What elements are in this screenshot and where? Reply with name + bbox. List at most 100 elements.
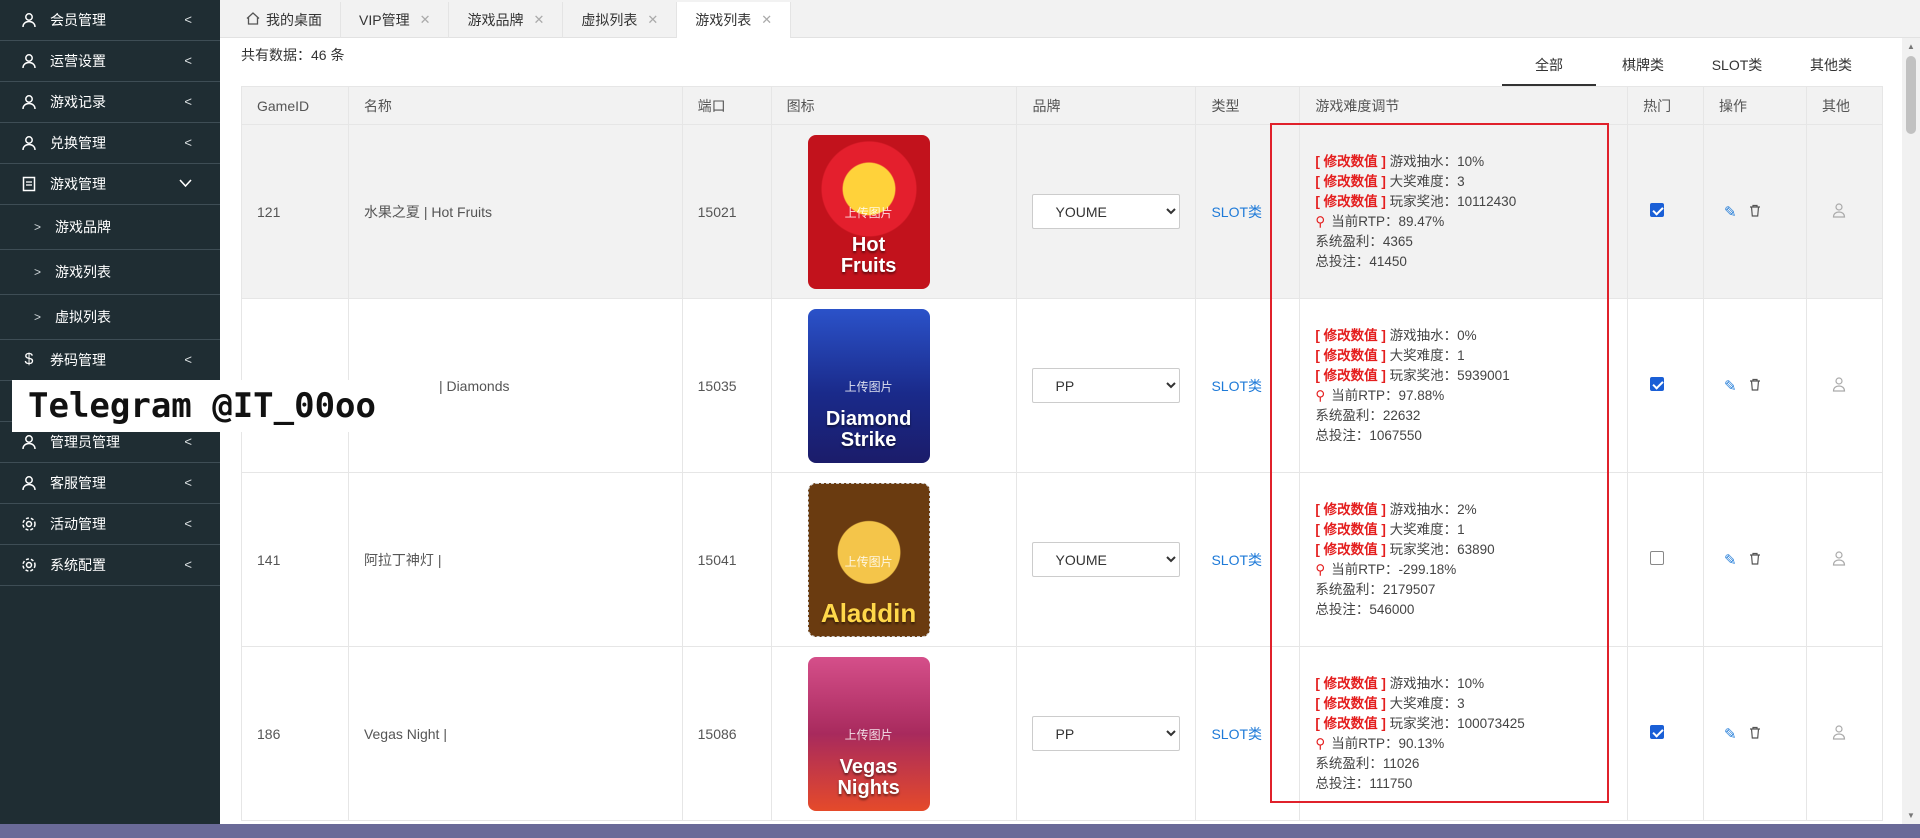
search-icon[interactable]: ⚲ [1315,388,1325,403]
cell-brand: YOUME [1016,472,1197,647]
cell-port: 15021 [681,124,772,299]
edit-value-link[interactable]: [ 修改数值 ] [1315,522,1386,537]
game-thumbnail[interactable]: 上传图片 Aladdin [807,482,930,637]
search-icon[interactable]: ⚲ [1315,736,1325,751]
sidebar-item-customer-service[interactable]: 客服管理 < [0,463,220,504]
tab-game-brands[interactable]: 游戏品牌 ✕ [449,2,564,38]
trash-icon[interactable] [1749,204,1761,220]
user-icon [20,474,38,492]
sidebar-item-game-records[interactable]: 游戏记录 < [0,82,220,123]
thumbnail-title: Vegas [839,755,898,778]
cell-port: 15041 [681,472,772,647]
tab-game-list[interactable]: 游戏列表 ✕ [677,2,792,38]
edit-value-link[interactable]: [ 修改数值 ] [1315,696,1386,711]
total-bet-value: 总投注：1067550 [1315,427,1422,443]
table-row: 121 水果之夏 | Hot Fruits 15021 上传图片 Hot Fru… [241,124,1884,299]
filter-other[interactable]: 其他类 [1784,52,1878,86]
sidebar-item-game-management[interactable]: 游戏管理 [0,164,220,205]
table-row: 141 阿拉丁神灯 | 15041 上传图片 Aladdin YOUME SLO… [241,472,1884,647]
search-icon[interactable]: ⚲ [1315,562,1325,577]
filter-all[interactable]: 全部 [1502,52,1596,86]
edit-icon[interactable]: ✎ [1724,726,1737,743]
brand-select[interactable]: PP [1032,368,1181,403]
cell-other [1805,124,1884,299]
cell-name: 阿拉丁神灯 | [347,472,683,647]
sidebar-item-label: 运营设置 [50,53,106,69]
type-link[interactable]: SLOT类 [1211,378,1262,394]
edit-value-link[interactable]: [ 修改数值 ] [1315,502,1386,517]
cell-brand: PP [1016,646,1197,821]
tab-desktop[interactable]: 我的桌面 [228,2,341,38]
scroll-down-icon[interactable]: ▼ [1907,811,1915,820]
edit-value-link[interactable]: [ 修改数值 ] [1315,716,1386,731]
header-other: 其他 [1805,86,1884,125]
type-link[interactable]: SLOT类 [1211,552,1262,568]
sidebar-item-label: 管理员管理 [50,434,120,450]
edit-value-link[interactable]: [ 修改数值 ] [1315,174,1386,189]
edit-icon[interactable]: ✎ [1724,378,1737,395]
scroll-up-icon[interactable]: ▲ [1907,42,1915,51]
edit-icon[interactable]: ✎ [1724,552,1737,569]
trash-icon[interactable] [1749,726,1761,742]
category-filters: 全部 棋牌类 SLOT类 其他类 [1502,52,1878,86]
type-link[interactable]: SLOT类 [1211,726,1262,742]
sidebar-item-members[interactable]: 会员管理 < [0,0,220,41]
close-icon[interactable]: ✕ [647,12,658,28]
player-pool-value: 玩家奖池：10112430 [1389,193,1517,209]
sidebar-item-activities[interactable]: 活动管理 < [0,504,220,545]
hot-checkbox[interactable] [1650,203,1665,217]
edit-value-link[interactable]: [ 修改数值 ] [1315,676,1386,691]
scrollbar[interactable]: ▲ ▼ [1902,38,1920,824]
hot-checkbox[interactable] [1650,725,1665,739]
jackpot-difficulty-value: 大奖难度：3 [1389,695,1465,711]
cell-gameid: 141 [241,472,349,647]
close-icon[interactable]: ✕ [420,12,431,28]
hot-checkbox[interactable] [1650,551,1665,565]
filter-slot[interactable]: SLOT类 [1690,52,1784,86]
scrollbar-thumb[interactable] [1906,56,1916,134]
edit-icon[interactable]: ✎ [1724,204,1737,221]
edit-value-link[interactable]: [ 修改数值 ] [1315,348,1386,363]
sidebar-item-label: 兑换管理 [50,135,106,151]
hot-checkbox[interactable] [1650,377,1665,391]
brand-select[interactable]: YOUME [1032,542,1181,577]
close-icon[interactable]: ✕ [533,12,544,28]
trash-icon[interactable] [1749,378,1761,394]
edit-value-link[interactable]: [ 修改数值 ] [1315,542,1386,557]
thumbnail-title: Hot [851,233,886,256]
user-icon [20,93,38,111]
edit-value-link[interactable]: [ 修改数值 ] [1315,154,1386,169]
chevron-left-icon: < [184,352,192,367]
sidebar-item-operations[interactable]: 运营设置 < [0,41,220,82]
search-icon[interactable]: ⚲ [1315,214,1325,229]
trash-icon[interactable] [1749,552,1761,568]
sidebar-item-exchange[interactable]: 兑换管理 < [0,123,220,164]
sidebar-item-label: 游戏记录 [50,94,106,110]
tab-virtual-list[interactable]: 虚拟列表 ✕ [563,2,678,38]
sidebar-item-system-config[interactable]: 系统配置 < [0,545,220,586]
type-link[interactable]: SLOT类 [1211,204,1262,220]
game-thumbnail[interactable]: 上传图片 Diamond Strike [807,308,930,463]
user-settings-icon[interactable] [1832,203,1848,221]
brand-select[interactable]: YOUME [1032,194,1181,229]
edit-value-link[interactable]: [ 修改数值 ] [1315,328,1386,343]
user-icon [20,433,38,451]
user-settings-icon[interactable] [1832,551,1848,569]
upload-image-label: 上传图片 [844,554,893,569]
sidebar-subitem-game-list[interactable]: > 游戏列表 [0,250,220,295]
brand-select[interactable]: PP [1032,716,1181,751]
sidebar-subitem-game-brands[interactable]: > 游戏品牌 [0,205,220,250]
game-thumbnail[interactable]: 上传图片 Vegas Nights [807,656,930,811]
close-icon[interactable]: ✕ [761,12,772,28]
edit-value-link[interactable]: [ 修改数值 ] [1315,368,1386,383]
user-settings-icon[interactable] [1832,377,1848,395]
sidebar-item-coupons[interactable]: $ 券码管理 < [0,340,220,381]
player-pool-value: 玩家奖池：100073425 [1389,715,1525,731]
user-settings-icon[interactable] [1832,725,1848,743]
rtp-value: 当前RTP：97.88% [1331,387,1445,403]
sidebar-subitem-virtual-list[interactable]: > 虚拟列表 [0,295,220,340]
game-thumbnail[interactable]: 上传图片 Hot Fruits [807,134,930,289]
filter-board[interactable]: 棋牌类 [1596,52,1690,86]
edit-value-link[interactable]: [ 修改数值 ] [1315,194,1386,209]
tab-vip[interactable]: VIP管理 ✕ [341,2,450,38]
